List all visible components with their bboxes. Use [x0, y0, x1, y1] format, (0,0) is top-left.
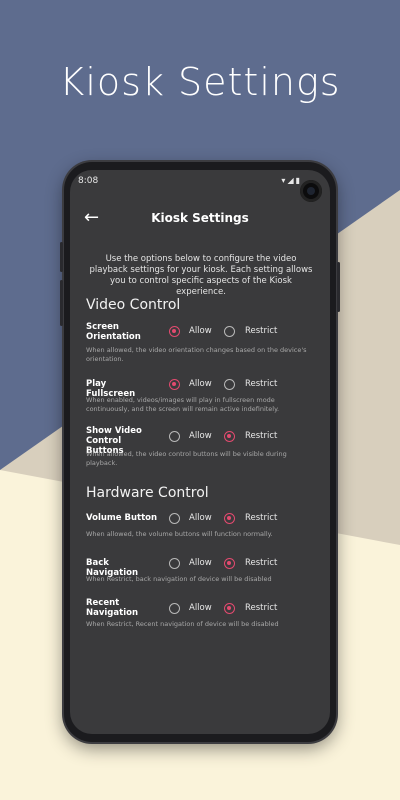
restrict-option-label[interactable]: Restrict	[245, 513, 277, 524]
allow-option-label[interactable]: Allow	[189, 603, 212, 614]
section-title-video-control: Video Control	[86, 297, 181, 313]
restrict-radio[interactable]	[224, 603, 235, 614]
setting-description: When enabled, videos/images will play in…	[86, 396, 280, 413]
status-bar: 8:08 ▾◢▮	[70, 170, 330, 202]
phone-frame: 8:08 ▾◢▮ ← Kiosk Settings Use the option…	[60, 162, 340, 742]
allow-radio[interactable]	[169, 513, 180, 524]
allow-radio[interactable]	[169, 326, 180, 337]
setting-description: When allowed, the video control buttons …	[86, 450, 287, 467]
allow-option-label[interactable]: Allow	[189, 558, 212, 569]
restrict-radio[interactable]	[224, 558, 235, 569]
restrict-radio[interactable]	[224, 326, 235, 337]
setting-label: Volume Button	[86, 513, 158, 523]
setting-description: When Restrict, Recent navigation of devi…	[86, 620, 279, 628]
restrict-radio[interactable]	[224, 379, 235, 390]
page-title: Kiosk Settings	[151, 211, 249, 225]
setting-description: When allowed, the video orientation chan…	[86, 346, 307, 363]
restrict-option-label[interactable]: Restrict	[245, 379, 277, 390]
restrict-option-label[interactable]: Restrict	[245, 326, 277, 337]
allow-radio[interactable]	[169, 431, 180, 442]
allow-option-label[interactable]: Allow	[189, 513, 212, 524]
allow-option-label[interactable]: Allow	[189, 379, 212, 390]
restrict-option-label[interactable]: Restrict	[245, 603, 277, 614]
phone-side-button	[337, 262, 340, 312]
setting-label: Recent Navigation	[86, 598, 138, 618]
restrict-option-label[interactable]: Restrict	[245, 431, 277, 442]
setting-description: When Restrict, back navigation of device…	[86, 575, 272, 583]
front-camera	[300, 180, 322, 202]
phone-side-button	[60, 280, 63, 326]
phone-side-button	[60, 242, 63, 272]
allow-option-label[interactable]: Allow	[189, 431, 212, 442]
restrict-option-label[interactable]: Restrict	[245, 558, 277, 569]
restrict-radio[interactable]	[224, 513, 235, 524]
promo-title: Kiosk Settings	[59, 60, 341, 104]
allow-radio[interactable]	[169, 379, 180, 390]
allow-option-label[interactable]: Allow	[189, 326, 212, 337]
app-bar: ← Kiosk Settings	[70, 204, 330, 234]
app-screen: 8:08 ▾◢▮ ← Kiosk Settings Use the option…	[70, 170, 330, 734]
intro-text: Use the options below to configure the v…	[89, 254, 313, 297]
allow-radio[interactable]	[169, 558, 180, 569]
setting-label: Screen Orientation	[86, 322, 141, 342]
section-title-hardware-control: Hardware Control	[86, 485, 209, 501]
status-time: 8:08	[78, 176, 99, 186]
restrict-radio[interactable]	[224, 431, 235, 442]
allow-radio[interactable]	[169, 603, 180, 614]
setting-description: When allowed, the volume buttons will fu…	[86, 530, 273, 538]
status-icons: ▾◢▮	[281, 176, 302, 185]
